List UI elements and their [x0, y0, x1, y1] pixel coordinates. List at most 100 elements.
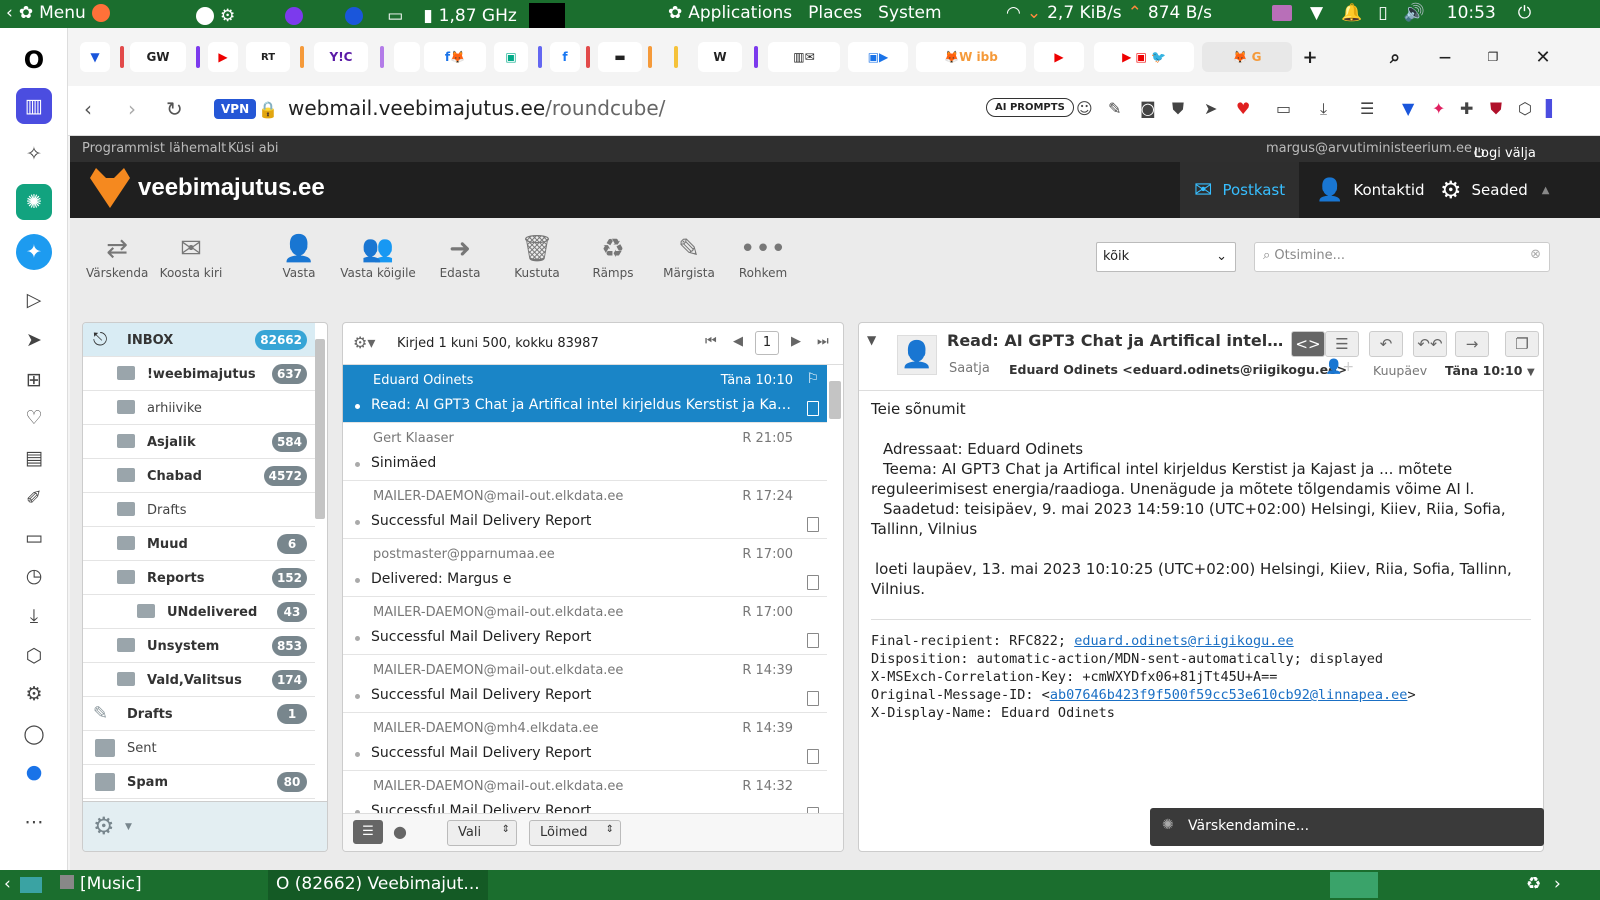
filter-select[interactable]: kõik ⌄	[1096, 242, 1236, 272]
ai-prompts-button[interactable]: AI PROMPTS	[986, 98, 1074, 117]
refresh-button[interactable]: ⇄ Värskenda	[86, 232, 148, 280]
next-page-icon[interactable]: ▶	[791, 334, 801, 349]
chat-bubble-icon[interactable]: ●	[16, 754, 52, 790]
mark-button[interactable]: ✎ Märgista	[660, 232, 718, 280]
panel-right-arrow-icon[interactable]: ›	[1554, 874, 1561, 894]
reply-all-button[interactable]: 👥 Vasta kõigile	[340, 232, 416, 280]
folder-inbox[interactable]: ⎋ INBOX 82662	[83, 323, 315, 357]
battery-icon[interactable]: ▯	[1378, 3, 1387, 23]
chevron-down-icon[interactable]: ▼	[125, 822, 132, 832]
ublock-icon[interactable]: ⛊	[1490, 99, 1502, 119]
threads-icon[interactable]: ●	[393, 822, 407, 841]
heart-icon[interactable]: ♥	[1236, 99, 1250, 118]
heart-icon[interactable]: ♡	[16, 400, 52, 436]
tab[interactable]: W	[698, 42, 742, 72]
player-icon[interactable]: ▷	[16, 282, 52, 318]
message-row[interactable]: postmaster@pparnumaa.ee R 17:00 Delivered:…	[343, 539, 827, 597]
compose-button[interactable]: ✉ Koosta kiri	[158, 232, 224, 280]
first-page-icon[interactable]: ⏮	[705, 334, 717, 349]
history-icon[interactable]: ◷	[16, 558, 52, 594]
add-contact-icon[interactable]: 👤+	[1325, 359, 1354, 375]
tab[interactable]: ▶	[1034, 42, 1084, 72]
list-view-icon[interactable]: ☰	[353, 820, 383, 844]
message-row[interactable]: MAILER-DAEMON@mh4.elkdata.ee R 14:39 Succe…	[343, 713, 827, 771]
panel-left-arrow-icon[interactable]: ‹	[4, 874, 11, 894]
tabs-icon[interactable]: ▭	[16, 520, 52, 556]
folder-spam[interactable]: Spam 80	[83, 765, 315, 799]
cube-icon[interactable]: ⬡	[1518, 99, 1532, 118]
folder-scrollbar[interactable]	[315, 323, 325, 793]
nav-contacts[interactable]: 👤 Kontaktid	[1302, 162, 1439, 218]
chevron-down-icon[interactable]: ▼	[1527, 367, 1535, 378]
firefox-icon[interactable]	[91, 4, 110, 22]
reload-button[interactable]: ↻	[166, 97, 183, 121]
facebook-tab-icon[interactable]: f	[550, 42, 580, 72]
more-icon[interactable]: ⋯	[16, 804, 52, 840]
new-tab-button[interactable]: +	[1298, 42, 1322, 72]
plain-text-view-button[interactable]: ☰	[1325, 331, 1359, 357]
mdn-msgid-link[interactable]: ab07646b423f9f500f59cc53e610cb92@linnape…	[1050, 687, 1408, 703]
terminal-icon[interactable]: ▭	[387, 6, 403, 26]
tab[interactable]: ▥✉	[768, 42, 840, 72]
tab[interactable]: f🦊	[424, 42, 486, 72]
flag-icon[interactable]: ⚐	[806, 371, 819, 387]
reply-icon[interactable]: ↶	[1369, 331, 1403, 357]
taskbar-browser[interactable]: O (82662) Veebimajut...	[268, 870, 488, 900]
reply-button[interactable]: 👤 Vasta	[270, 232, 328, 280]
forward-icon[interactable]: →	[1455, 331, 1489, 357]
folder-drafts-sub[interactable]: Drafts	[83, 493, 315, 527]
download-icon[interactable]: ⤓	[1320, 99, 1327, 119]
folder-unsystem[interactable]: Unsystem 853	[83, 629, 315, 663]
scrollbar-thumb[interactable]	[315, 339, 325, 519]
unread-dot-icon[interactable]	[355, 636, 360, 641]
folder-arhiivike[interactable]: arhiivike	[83, 391, 315, 425]
collapse-header-icon[interactable]: ▼	[867, 333, 876, 347]
folder-undelivered[interactable]: UNdelivered 43	[83, 595, 315, 629]
download-icon[interactable]: ⤓	[16, 598, 52, 634]
message-row[interactable]: Gert Klaaser R 21:05 Sinimäed	[343, 423, 827, 481]
sender-address[interactable]: Eduard Odinets <eduard.odinets@riigikogu…	[1009, 362, 1347, 377]
system-menu[interactable]: System	[878, 3, 941, 23]
app-icon[interactable]	[285, 7, 304, 25]
settings-sliders-icon[interactable]: ☰	[1360, 99, 1374, 118]
prev-page-icon[interactable]: ◀	[733, 334, 743, 349]
message-row[interactable]: MAILER-DAEMON@mail-out.elkdata.ee R 17:00…	[343, 597, 827, 655]
opera-logo-icon[interactable]: O	[16, 42, 52, 78]
folder-muud[interactable]: Muud 6	[83, 527, 315, 561]
twitter-icon[interactable]: ✦	[16, 234, 52, 270]
folder-asjalik[interactable]: Asjalik 584	[83, 425, 315, 459]
folder-settings-gear-icon[interactable]: ⚙	[93, 812, 115, 840]
folder-weebimajutus[interactable]: !weebimajutus 637	[83, 357, 315, 391]
tab[interactable]	[394, 42, 420, 72]
workspace-switcher[interactable]	[1330, 872, 1378, 898]
cube-icon[interactable]: ⬡	[16, 638, 52, 674]
about-link[interactable]: Programmist lähemalt	[82, 141, 226, 156]
lightbulb-icon[interactable]: ◯	[16, 716, 52, 752]
reply-all-icon[interactable]: ↶↶	[1413, 331, 1447, 357]
desktop-icon[interactable]	[20, 877, 42, 893]
gear-icon[interactable]: ⚙	[16, 676, 52, 712]
unread-dot-icon[interactable]	[355, 404, 360, 409]
extension-icon[interactable]: ✦	[1432, 99, 1445, 118]
shield-icon[interactable]: ⛊	[1172, 99, 1184, 119]
puzzle-icon[interactable]: ✚	[1460, 99, 1473, 118]
folder-reports[interactable]: Reports 152	[83, 561, 315, 595]
media-icon[interactable]	[1272, 5, 1292, 21]
tab[interactable]: ▬	[598, 42, 642, 72]
message-row[interactable]: Eduard Odinets Täna 10:10 ⚐ Read: AI GPT3 C…	[343, 365, 827, 423]
youtube-tab-icon[interactable]: ▶	[208, 42, 238, 72]
open-in-new-window-icon[interactable]: ❐	[1505, 331, 1539, 357]
search-input[interactable]: ⌕ Otsimine... ⊗	[1254, 242, 1550, 272]
unread-dot-icon[interactable]	[355, 694, 360, 699]
folder-chabad[interactable]: Chabad 4572	[83, 459, 315, 493]
places-menu[interactable]: Places	[808, 3, 862, 23]
send-icon[interactable]: ➤	[1204, 99, 1217, 118]
back-button[interactable]: ‹	[84, 97, 92, 121]
volume-icon[interactable]: 🔊	[1404, 3, 1425, 23]
message-row[interactable]: MAILER-DAEMON@mail-out.elkdata.ee R 14:39…	[343, 655, 827, 713]
lock-icon[interactable]: 🔒	[258, 100, 278, 119]
junk-button[interactable]: ♻ Rämps	[588, 232, 638, 280]
edit-icon[interactable]: ✎	[1108, 99, 1121, 118]
emoji-icon[interactable]: ☺	[1076, 99, 1093, 118]
workspace-icon[interactable]: ▥	[16, 88, 52, 124]
